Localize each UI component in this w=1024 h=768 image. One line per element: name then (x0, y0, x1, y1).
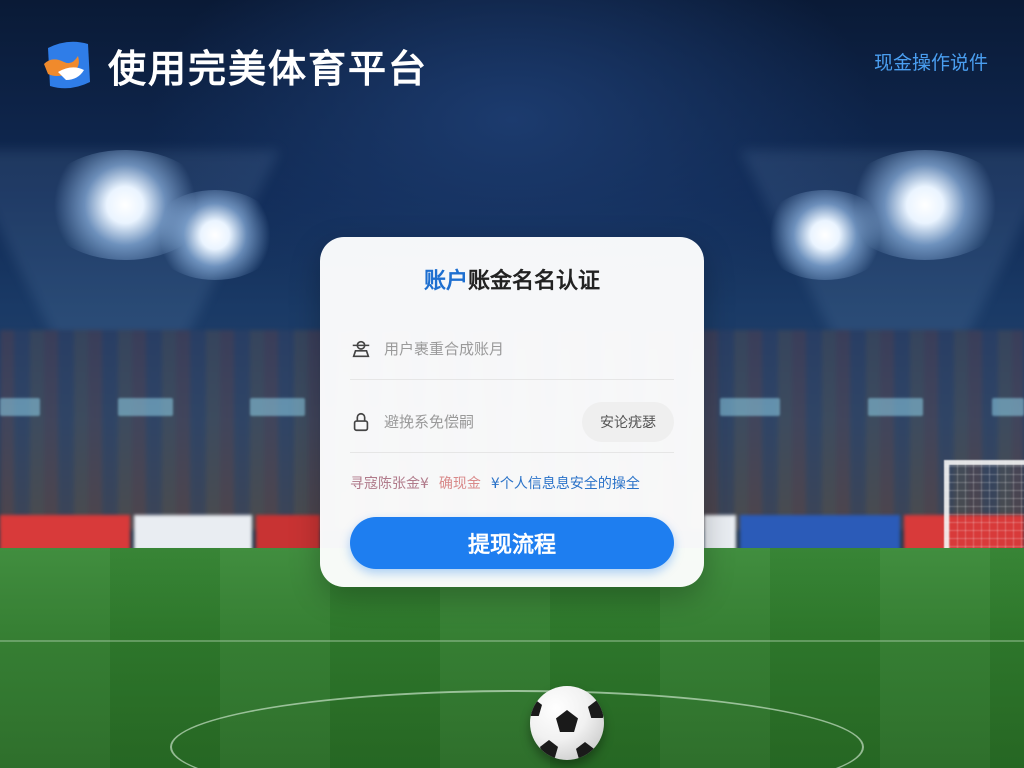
floodlight-right-1 (840, 150, 1010, 260)
stadium-panel (720, 398, 780, 416)
notice-text: 寻寇陈张金¥ 确现金 ¥个人信息息安全的操全 (350, 473, 674, 493)
get-code-button[interactable]: 安论疣瑟 (582, 402, 674, 442)
user-icon (352, 340, 370, 358)
stadium-panel (992, 398, 1024, 416)
stadium-panel (118, 398, 173, 416)
verification-card: 账户账金名名认证 安论疣瑟 寻寇陈张金¥ 确现金 ¥个人信息息安全的操全 提现流程 (320, 237, 704, 587)
stadium-panel (0, 398, 40, 416)
account-input[interactable] (382, 339, 674, 359)
soccer-ball (530, 686, 604, 760)
account-field (350, 319, 674, 380)
lock-icon (353, 412, 369, 432)
card-title-text: 账金名名认证 (468, 269, 601, 294)
stadium-panel (250, 398, 305, 416)
goal-net (944, 460, 1024, 555)
brand-logo-icon (44, 41, 90, 89)
withdraw-process-button[interactable]: 提现流程 (350, 517, 674, 569)
cash-operation-guide-link[interactable]: 现金操作说件 (874, 48, 988, 75)
password-field: 安论疣瑟 (350, 392, 674, 453)
floodlight-left-2 (150, 190, 280, 280)
notice-part-2: 确现金 (438, 476, 481, 492)
password-input[interactable] (382, 412, 582, 432)
app-title: 使用完美体育平台 (108, 47, 429, 91)
ad-board (256, 515, 320, 551)
ad-board (704, 515, 736, 551)
card-title: 账户账金名名认证 (350, 263, 674, 295)
stadium-panel (868, 398, 923, 416)
notice-part-1: 寻寇陈张金¥ (350, 476, 429, 492)
card-title-accent: 账户 (423, 269, 468, 294)
ad-board (0, 515, 130, 551)
ad-board (134, 515, 252, 551)
notice-part-3: ¥个人信息息安全的操全 (490, 476, 640, 492)
ad-board (740, 515, 900, 551)
pitch-line (0, 640, 1024, 642)
